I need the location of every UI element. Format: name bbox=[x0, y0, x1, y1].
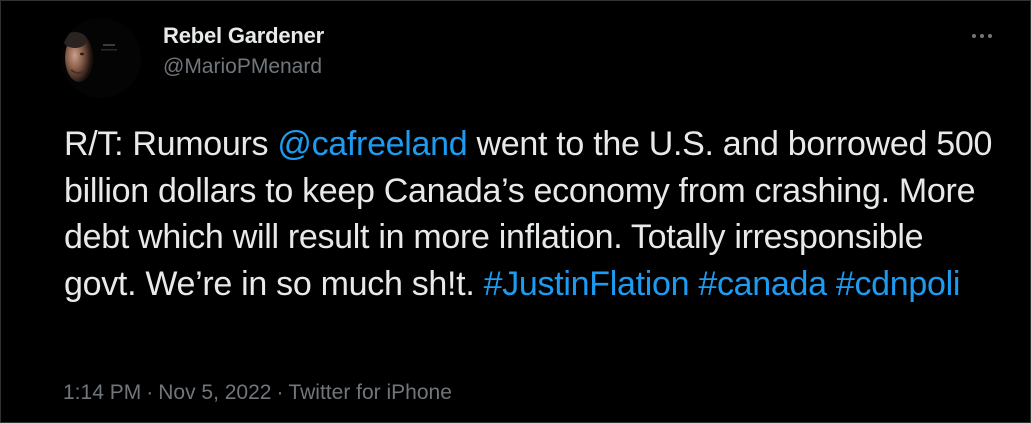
more-horizontal-icon bbox=[988, 34, 992, 38]
tweet-text: R/T: Rumours @cafreeland went to the U.S… bbox=[64, 121, 999, 307]
more-options-button[interactable] bbox=[962, 21, 1002, 51]
tweet-text-segment bbox=[689, 265, 698, 303]
more-horizontal-icon bbox=[972, 34, 976, 38]
avatar[interactable] bbox=[61, 18, 141, 98]
tweet-time[interactable]: 1:14 PM bbox=[63, 381, 141, 404]
tweet-source[interactable]: Twitter for iPhone bbox=[288, 381, 451, 404]
author-display-name[interactable]: Rebel Gardener bbox=[163, 22, 324, 50]
tweet-text-segment: R/T: Rumours bbox=[64, 125, 278, 163]
tweet-meta: 1:14 PM · Nov 5, 2022 · Twitter for iPhone bbox=[63, 379, 452, 407]
tweet-text-segment bbox=[827, 265, 836, 303]
author-block: Rebel Gardener @MarioPMenard bbox=[163, 22, 324, 81]
meta-separator: · bbox=[146, 381, 154, 404]
hashtag-link[interactable]: #cdnpoli bbox=[836, 265, 961, 303]
mention-link[interactable]: @cafreeland bbox=[277, 125, 467, 163]
hashtag-link[interactable]: #canada bbox=[698, 265, 827, 303]
avatar-image bbox=[61, 18, 141, 98]
tweet-card: Rebel Gardener @MarioPMenard R/T: Rumour… bbox=[0, 0, 1031, 423]
author-handle[interactable]: @MarioPMenard bbox=[163, 53, 324, 81]
meta-separator: · bbox=[276, 381, 284, 404]
more-horizontal-icon bbox=[980, 34, 984, 38]
tweet-date[interactable]: Nov 5, 2022 bbox=[158, 381, 271, 404]
hashtag-link[interactable]: #JustinFlation bbox=[484, 265, 690, 303]
